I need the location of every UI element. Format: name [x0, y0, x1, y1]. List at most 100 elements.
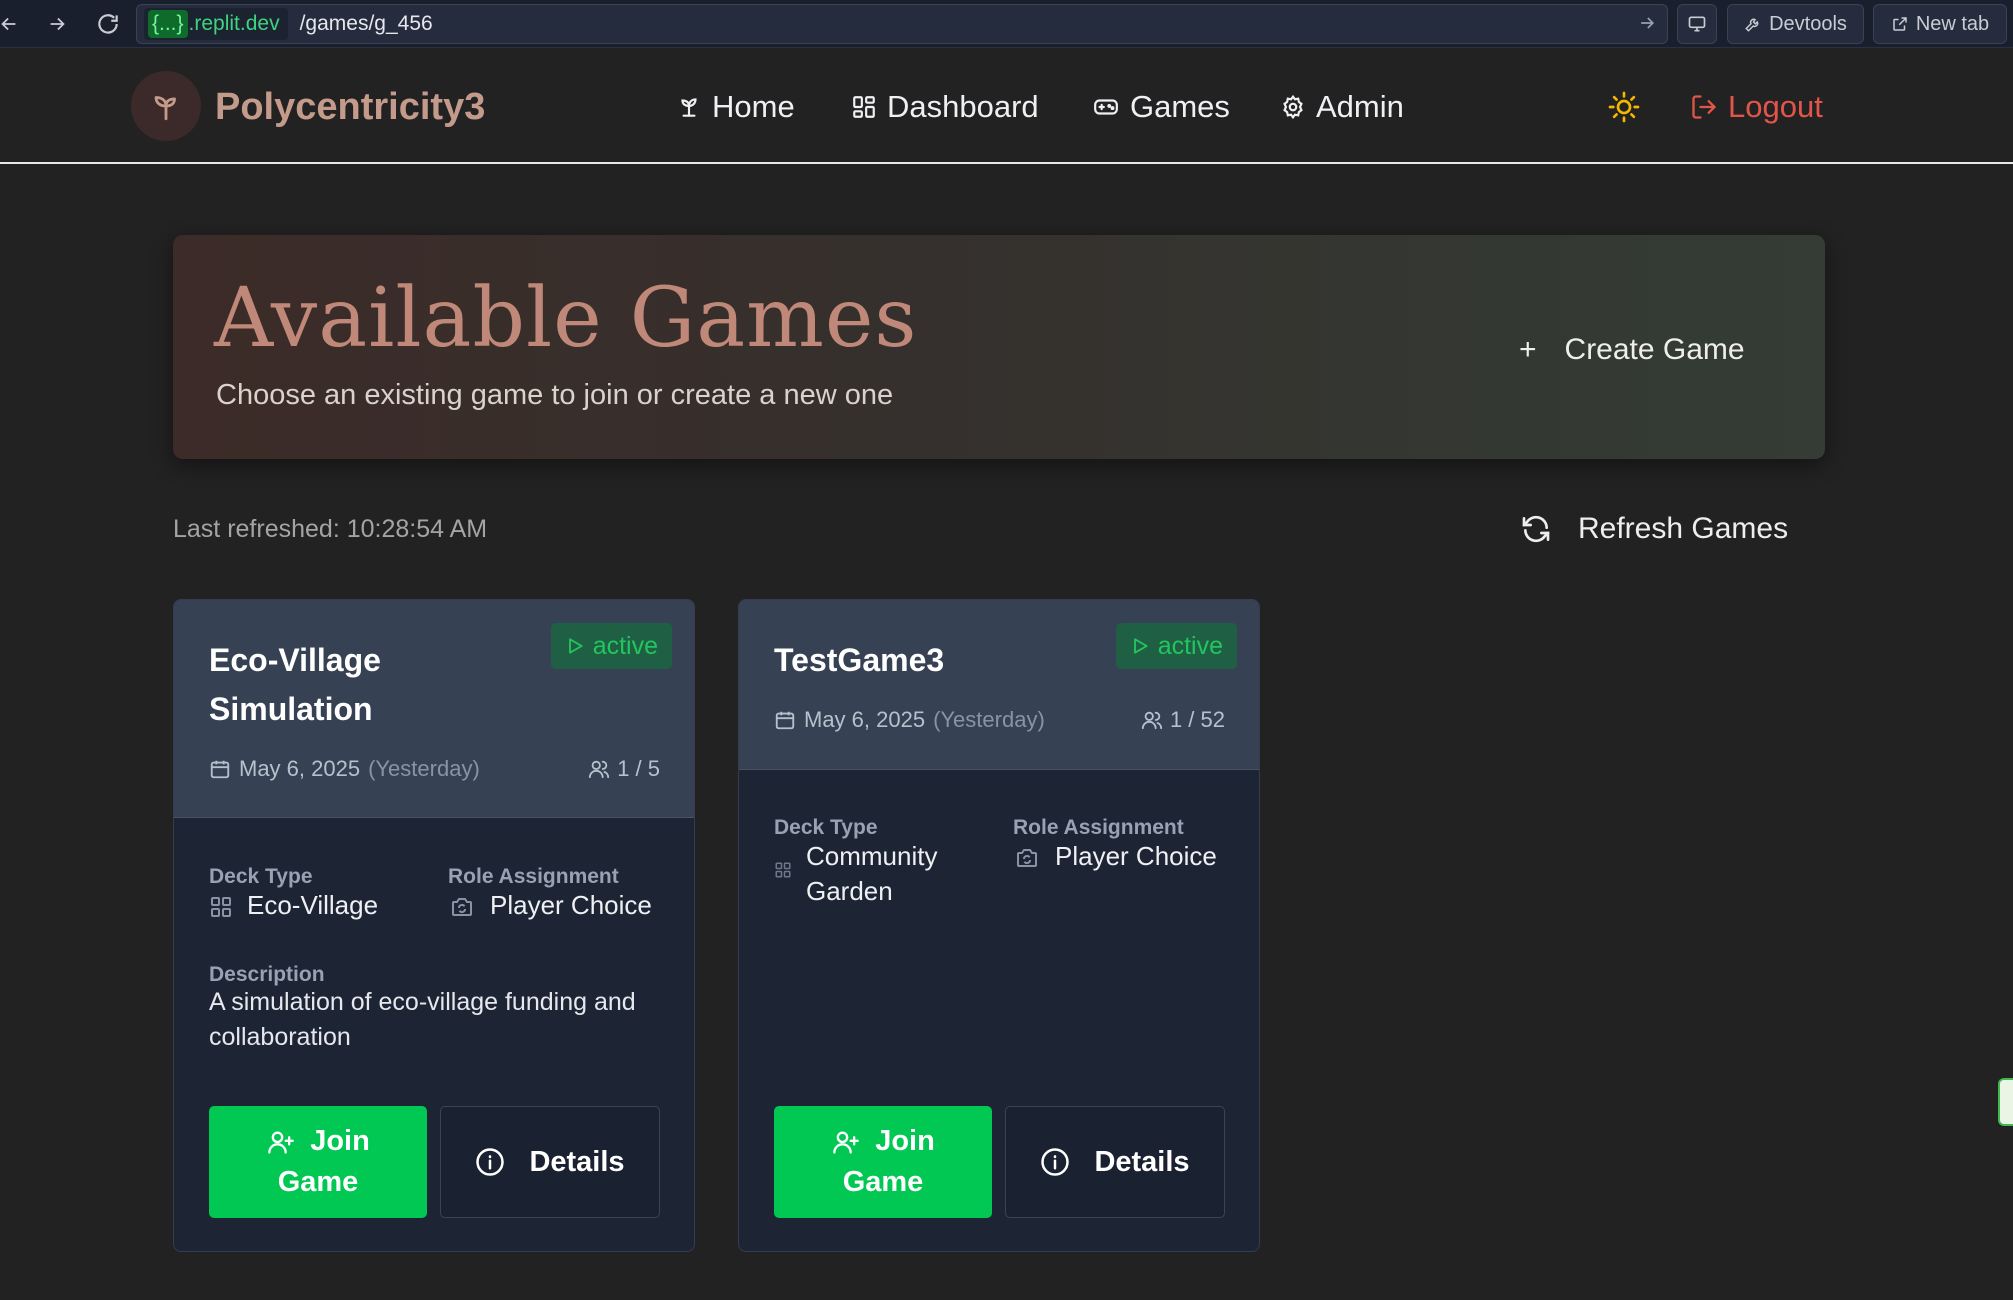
- nav-games[interactable]: Games: [1092, 85, 1230, 129]
- deck-type-value: Eco-Village: [209, 888, 378, 923]
- game-date-text: May 6, 2025: [239, 756, 361, 781]
- game-card: TestGame3 active May 6, 2025 (Yesterday)…: [738, 599, 1260, 1252]
- users-icon: [589, 760, 610, 779]
- page-subtitle: Choose an existing game to join or creat…: [216, 379, 894, 411]
- screen-button[interactable]: [1677, 4, 1717, 44]
- deck-type-label: Deck Type: [209, 865, 313, 888]
- play-icon: [568, 638, 583, 654]
- details-button[interactable]: Details: [440, 1106, 660, 1218]
- url-host-badge: {...}: [148, 10, 188, 38]
- status-badge: active: [550, 623, 672, 669]
- role-assignment-label: Role Assignment: [1013, 816, 1184, 839]
- sun-icon: [1608, 91, 1640, 123]
- sprout-icon: [681, 98, 697, 117]
- grid-icon: [211, 897, 231, 917]
- refresh-games-button[interactable]: Refresh Games: [1520, 506, 1788, 552]
- details-button[interactable]: Details: [1005, 1106, 1225, 1218]
- grid-icon: [853, 96, 875, 118]
- url-path: /games/g_456: [299, 12, 433, 35]
- reload-icon: [98, 14, 118, 34]
- join-game-button[interactable]: Join Game: [209, 1106, 427, 1218]
- gear-icon: [1283, 94, 1303, 120]
- reload-button[interactable]: [91, 8, 125, 40]
- player-count-text: 1 / 5: [617, 756, 660, 781]
- info-icon: [476, 1148, 505, 1176]
- devtools-button[interactable]: Devtools: [1727, 4, 1864, 44]
- url-host: {...} .replit.dev: [144, 8, 288, 40]
- side-widget-tab[interactable]: [1998, 1078, 2013, 1126]
- join-game-button[interactable]: Join Game: [774, 1106, 992, 1218]
- details-label: Details: [529, 1145, 625, 1178]
- role-assignment-value: Player Choice: [1013, 839, 1217, 874]
- game-card: Eco-Village Simulation active May 6, 202…: [173, 599, 695, 1252]
- refresh-icon: [1522, 515, 1550, 543]
- logout-icon: [1692, 95, 1717, 119]
- info-icon: [1041, 1148, 1070, 1176]
- url-host-text: .replit.dev: [188, 12, 280, 35]
- browser-toolbar: {...} .replit.dev /games/g_456 Devtools …: [0, 0, 2013, 48]
- deck-type-value: Community Garden: [774, 839, 974, 909]
- game-date-relative: (Yesterday): [368, 756, 480, 781]
- new-tab-button[interactable]: New tab: [1873, 4, 2007, 44]
- logout-button[interactable]: Logout: [1690, 85, 1823, 129]
- role-assignment-text: Player Choice: [1055, 841, 1217, 871]
- join-label-line2: Game: [842, 1166, 924, 1198]
- game-date-relative: (Yesterday): [933, 707, 1045, 732]
- user-plus-icon: [268, 1131, 295, 1154]
- back-button[interactable]: [0, 8, 26, 40]
- app-header: Polycentricity3 Home Dashboard Games Adm…: [0, 49, 2013, 164]
- go-icon[interactable]: [1637, 13, 1657, 38]
- create-game-button[interactable]: + Create Game: [1511, 327, 1753, 373]
- brand-name[interactable]: Polycentricity3: [215, 86, 485, 129]
- role-assignment-value: Player Choice: [448, 888, 652, 923]
- nav-games-label: Games: [1130, 89, 1230, 124]
- camera-switch-icon: [1017, 849, 1037, 867]
- hero-banner: Available Games Choose an existing game …: [173, 235, 1825, 459]
- deck-type-text: Community Garden: [806, 841, 938, 906]
- gamepad-icon: [1094, 99, 1118, 115]
- devtools-label: Devtools: [1769, 12, 1847, 35]
- game-date-text: May 6, 2025: [804, 707, 926, 732]
- arrow-left-icon: [1, 17, 16, 31]
- last-refreshed: Last refreshed: 10:28:54 AM: [173, 515, 488, 543]
- calendar-icon: [775, 711, 795, 730]
- join-label-line2: Game: [277, 1166, 359, 1198]
- page-title: Available Games: [214, 271, 918, 366]
- status-badge: active: [1115, 623, 1237, 669]
- join-label-line1: Join: [875, 1125, 935, 1157]
- nav-dashboard[interactable]: Dashboard: [851, 85, 1039, 129]
- refresh-games-label: Refresh Games: [1578, 512, 1789, 545]
- role-assignment-label: Role Assignment: [448, 865, 619, 888]
- user-plus-icon: [833, 1131, 860, 1154]
- game-card-header: Eco-Village Simulation active May 6, 202…: [174, 600, 694, 818]
- deck-type-text: Eco-Village: [247, 890, 379, 920]
- users-icon: [1141, 711, 1163, 730]
- forward-button[interactable]: [40, 8, 74, 40]
- camera-switch-icon: [452, 898, 472, 916]
- status-label: active: [592, 631, 658, 660]
- play-icon: [1133, 638, 1148, 654]
- grid-icon: [775, 862, 791, 878]
- nav-home-label: Home: [712, 89, 795, 124]
- role-assignment-text: Player Choice: [490, 890, 652, 920]
- nav-home[interactable]: Home: [676, 85, 795, 129]
- theme-toggle[interactable]: [1606, 89, 1642, 125]
- new-tab-label: New tab: [1915, 12, 1990, 35]
- sprout-icon: [154, 96, 176, 121]
- calendar-icon: [210, 760, 230, 779]
- address-bar[interactable]: {...} .replit.dev /games/g_456: [136, 4, 1668, 44]
- nav-dashboard-label: Dashboard: [887, 89, 1039, 124]
- game-title: Eco-Village Simulation: [209, 642, 381, 727]
- description-text: A simulation of eco-village funding and …: [209, 988, 636, 1051]
- join-label-line1: Join: [310, 1125, 370, 1157]
- status-label: active: [1157, 631, 1223, 660]
- player-count-text: 1 / 52: [1169, 707, 1225, 732]
- nav-admin[interactable]: Admin: [1280, 85, 1404, 129]
- player-count: 1 / 52: [1140, 707, 1225, 733]
- external-link-icon: [1893, 17, 1907, 31]
- player-count: 1 / 5: [587, 756, 660, 782]
- details-label: Details: [1094, 1145, 1190, 1178]
- logo[interactable]: [131, 71, 201, 141]
- game-date: May 6, 2025 (Yesterday): [774, 707, 1045, 733]
- wrench-icon: [1745, 18, 1759, 32]
